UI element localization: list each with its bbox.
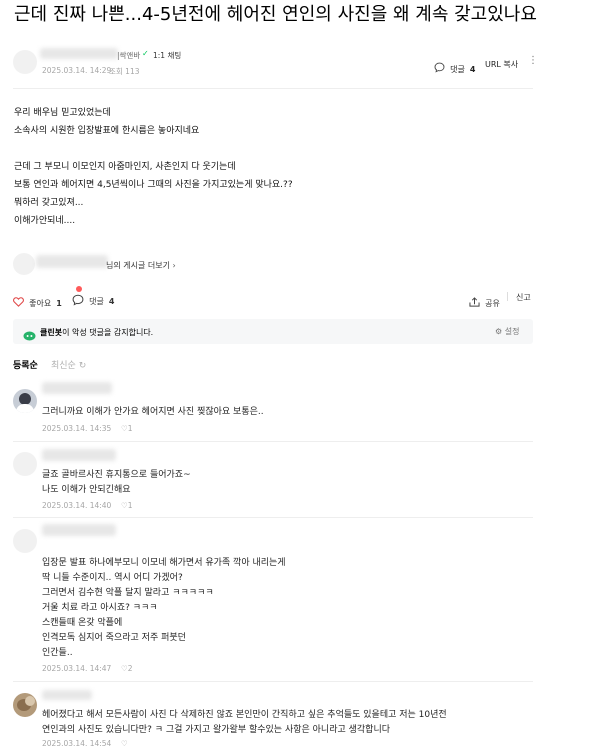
comment-date: 2025.03.14. 14:40 [42,501,112,510]
like-count: 1 [56,299,62,308]
comment-line: 인격모독 심지어 죽으라고 저주 퍼붓던 [42,633,186,643]
comment-line: 입장문 발표 하나에부모니 이모네 해가면서 유가족 깍아 내리는게 [42,558,286,568]
comment-line: 거울 치료 라고 아시죠? ㅋㅋㅋ [42,603,158,613]
comment-line: 연인과의 사진도 있습니다만? ㅋ 그걸 가지고 왈가왈부 할수있는 사항은 아… [42,725,391,735]
cleanbot-settings-button[interactable]: ⚙ 설정 [495,326,519,337]
commenter-name-blurred[interactable] [42,449,116,461]
comment-like[interactable]: ♡2 [121,664,133,673]
comment-line: 스캔들때 온갖 악플에 [42,618,123,628]
author-avatar[interactable] [13,50,37,74]
sort-tab-latest[interactable]: 최신순 ↻ [51,358,86,371]
comment-date: 2025.03.14. 14:54 [42,739,112,748]
comment-icon-wrap [72,286,84,308]
sort-tab-registered[interactable]: 등록순 [13,358,38,371]
comment-body: 헤어졌다고 해서 모든사람이 사진 다 삭제하진 않죠 본인만이 간직하고 싶은… [42,708,447,738]
comment-btn-label: 댓글 [89,297,104,306]
heart-icon [13,296,24,307]
comment-divider [13,681,533,682]
comment-line: 그러니까요 이해가 안가요 헤어지면 사진 찢잖아요 보통은.. [42,407,264,417]
settings-label: 설정 [504,327,520,336]
action-divider [507,292,508,301]
body-line: 뭐하러 갖고있져... [14,198,84,208]
share-label: 공유 [485,299,500,308]
comment-body: 그러니까요 이해가 안가요 헤어지면 사진 찢잖아요 보통은.. [42,405,264,420]
share-button[interactable]: 공유 [469,291,500,310]
comment-btn-count: 4 [108,297,115,306]
comment-line: 헤어졌다고 해서 모든사람이 사진 다 삭제하진 않죠 본인만이 간직하고 싶은… [42,710,447,720]
comment-bubble-icon [434,62,445,73]
more-posts-label: 님의 게시글 더보기 [106,261,170,270]
report-button[interactable]: 신고 [516,292,531,303]
post-views: 조회 113 [109,67,140,76]
comment-like[interactable]: ♡1 [121,501,133,510]
commenter-avatar[interactable] [13,452,37,476]
heart-outline-icon: ♡ [121,501,128,510]
more-vertical-icon[interactable]: ⋮ [528,55,538,66]
grade-icon: ✓ [142,49,149,58]
post-title: 근데 진짜 나쁜...4-5년전에 헤어진 연인의 사진을 왜 계속 갖고있나요 [14,4,537,25]
comment-like[interactable]: ♡ [121,739,128,748]
comment-body: 입장문 발표 하나에부모니 이모네 해가면서 유가족 깍아 내리는게 딱 니들 … [42,556,286,661]
refresh-icon: ↻ [78,361,87,371]
header-divider [13,88,533,89]
comment-line: 글죠 골바르사진 휴지통으로 들어가죠~ [42,470,191,480]
body-line: 이해가안되네.... [14,216,76,226]
share-icon [469,296,480,307]
post-date: 2025.03.14. 14:29 [42,66,112,75]
body-line: 소속사의 시원한 입장발표에 한시름은 놓아지네요 [14,126,200,136]
chat-link[interactable]: 1:1 채팅 [153,50,181,61]
like-label: 좋아요 [29,299,52,308]
sort-latest-label: 최신순 [51,361,76,371]
comment-body: 글죠 골바르사진 휴지통으로 들어가죠~ 나도 이해가 안되긴해요 [42,468,191,498]
heart-outline-icon: ♡ [121,739,128,748]
comment-like-count: 1 [127,424,133,433]
comment-like[interactable]: ♡1 [121,424,133,433]
body-line: 보통 연인과 헤어지면 4,5년씩이나 그때의 사진을 가지고있는게 맞나요.?… [14,180,293,190]
comment-line: 딱 니들 수준이지.. 역시 어디 가겠어? [42,573,183,583]
comment-count-button[interactable]: 댓글 4 [434,57,476,76]
cleanbot-text: 이 악성 댓글을 감지합니다. [62,328,154,337]
commenter-name-blurred[interactable] [42,524,116,536]
comment-button[interactable]: 댓글 4 [72,286,115,308]
more-posts-link[interactable]: 님의 게시글 더보기 › [106,260,176,271]
heart-outline-icon: ♡ [121,664,128,673]
author-avatar-small[interactable] [13,253,35,275]
cleanbot-icon [23,326,36,345]
comment-count: 4 [469,65,476,74]
comment-divider [13,517,533,518]
comment-date: 2025.03.14. 14:35 [42,424,112,433]
commenter-avatar[interactable] [13,693,37,717]
comment-line: 인간들.. [42,648,73,658]
commenter-avatar[interactable] [13,389,37,413]
commenter-avatar[interactable] [13,529,37,553]
comment-divider [13,441,533,442]
comment-label: 댓글 [450,65,465,74]
chevron-right-icon: › [172,261,176,270]
comment-line: 나도 이해가 안되긴해요 [42,485,131,495]
body-line: 근데 그 부모니 이모인지 아줌마인지, 사촌인지 다 웃기는데 [14,162,236,172]
commenter-name-blurred[interactable] [42,382,112,394]
comment-like-count: 1 [127,501,133,510]
new-badge-dot [76,286,82,292]
comment-line: 그러면서 김수현 악플 달지 말라고 ㅋㅋㅋㅋㅋ [42,588,214,598]
body-line: 우리 배우님 믿고있었는데 [14,108,111,118]
url-copy-button[interactable]: URL 복사 [485,59,518,70]
like-button[interactable]: 좋아요 1 [13,291,62,310]
cleanbot-brand: 클린봇 [40,328,63,337]
post-body: 우리 배우님 믿고있었는데 소속사의 시원한 입장발표에 한시름은 놓아지네요 … [14,104,293,230]
author-badge: |싹앤바 [117,51,141,60]
comment-bubble-icon [72,294,84,306]
author-name-blurred[interactable] [40,48,118,59]
commenter-name-blurred[interactable] [42,690,92,700]
cleanbot-label: 클린봇이 악성 댓글을 감지합니다. [40,327,153,338]
heart-outline-icon: ♡ [121,424,128,433]
comment-like-count: 2 [127,664,133,673]
cleanbot-bar: 클린봇이 악성 댓글을 감지합니다. ⚙ 설정 [13,319,533,344]
comment-date: 2025.03.14. 14:47 [42,664,112,673]
body-line [14,140,293,158]
gear-icon: ⚙ [495,327,503,336]
author-name-blurred[interactable] [36,255,108,268]
